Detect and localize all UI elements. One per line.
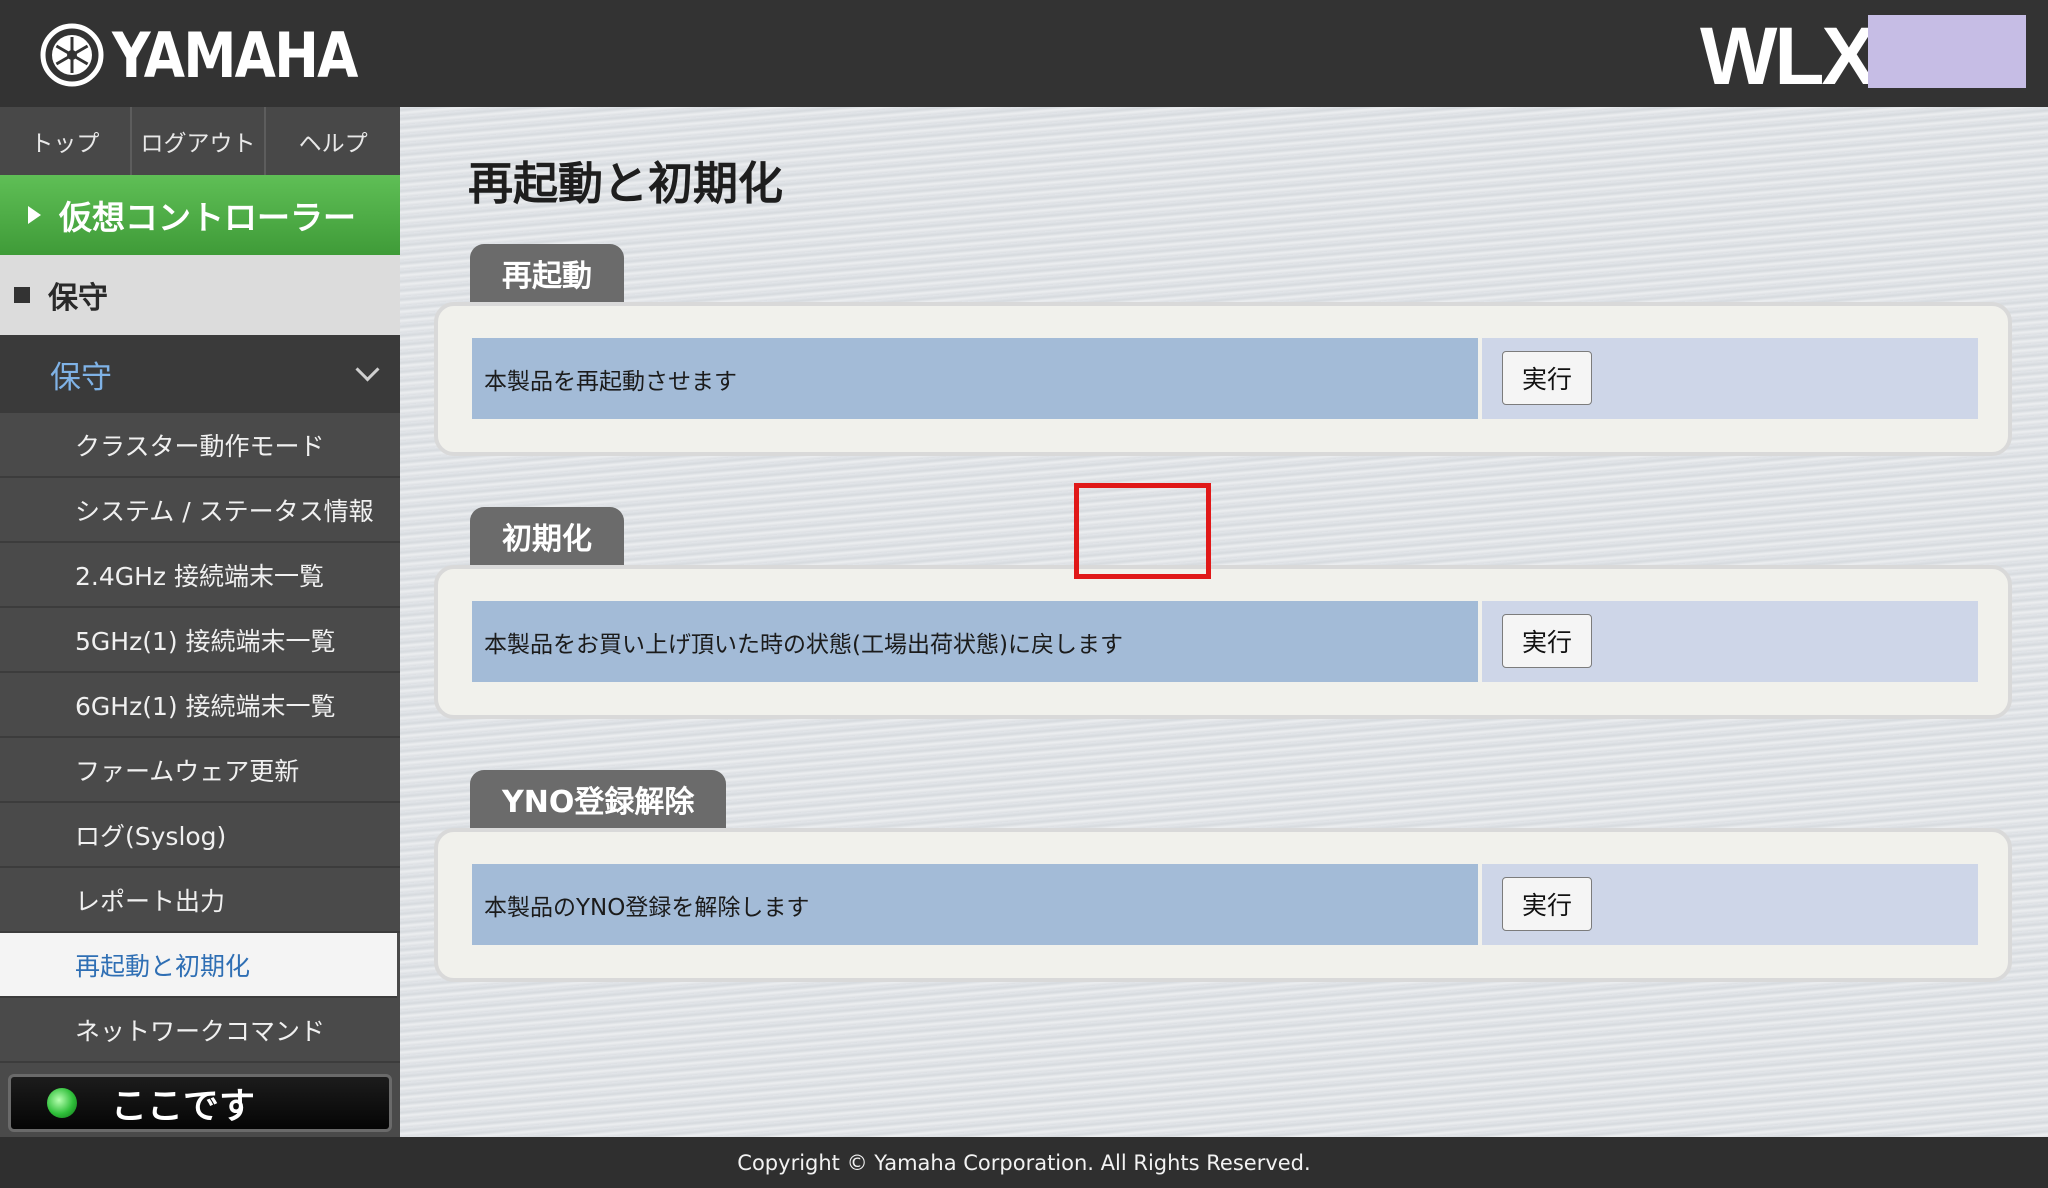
- initialize-execute-button[interactable]: 実行: [1502, 614, 1592, 668]
- virtual-controller-label: 仮想コントローラー: [59, 198, 356, 237]
- here-button-label: ここです: [111, 1086, 256, 1127]
- section-heading-maintenance: 保守: [0, 255, 400, 335]
- yno-unregister-execute-button[interactable]: 実行: [1502, 877, 1592, 931]
- section-tab-yno-unregister: YNO登録解除: [470, 770, 727, 828]
- menu-list: クラスター動作モード システム / ステータス情報 2.4GHz 接続端末一覧 …: [0, 413, 400, 1063]
- header: YAMAHA WLX: [0, 0, 2048, 107]
- menu-item-network-command[interactable]: ネットワークコマンド: [0, 998, 400, 1063]
- restart-action-cell: 実行: [1482, 338, 1978, 419]
- section-tab-restart: 再起動: [470, 244, 624, 302]
- menu-item-24ghz-clients[interactable]: 2.4GHz 接続端末一覧: [0, 543, 400, 608]
- menu-item-report-output[interactable]: レポート出力: [0, 868, 400, 933]
- section-tab-initialize: 初期化: [470, 507, 624, 565]
- footer: Copyright © Yamaha Corporation. All Righ…: [0, 1137, 2048, 1188]
- menu-item-cluster-mode[interactable]: クラスター動作モード: [0, 413, 400, 478]
- copyright-text: Copyright © Yamaha Corporation. All Righ…: [737, 1150, 1311, 1175]
- section-box-yno-unregister: 本製品のYNO登録を解除します 実行: [434, 828, 2012, 982]
- section-heading-label: 保守: [48, 281, 108, 316]
- nav-top-link[interactable]: トップ: [0, 107, 132, 175]
- initialize-description: 本製品をお買い上げ頂いた時の状態(工場出荷状態)に戻します: [472, 601, 1478, 682]
- page-title: 再起動と初期化: [468, 157, 784, 210]
- yno-unregister-description: 本製品のYNO登録を解除します: [472, 864, 1478, 945]
- yamaha-logo[interactable]: YAMAHA: [40, 18, 397, 92]
- redacted-model-number: [1868, 15, 2026, 88]
- submenu-toggle-maintenance[interactable]: 保守: [0, 335, 400, 413]
- brand-name: YAMAHA: [112, 18, 358, 92]
- initialize-action-cell: 実行: [1482, 601, 1978, 682]
- restart-execute-button[interactable]: 実行: [1502, 351, 1592, 405]
- here-button[interactable]: ここです: [8, 1074, 392, 1132]
- main-content: 再起動と初期化 再起動 本製品を再起動させます 実行 初期化 本製品をお買い上げ…: [400, 107, 2048, 1137]
- top-nav: トップ ログアウト ヘルプ: [0, 107, 400, 175]
- highlight-box: [1074, 483, 1211, 579]
- led-indicator-icon: [47, 1088, 77, 1118]
- submenu-label: 保守: [50, 359, 112, 396]
- section-box-initialize: 本製品をお買い上げ頂いた時の状態(工場出荷状態)に戻します 実行: [434, 565, 2012, 719]
- nav-help-link[interactable]: ヘルプ: [266, 107, 400, 175]
- menu-item-restart-init[interactable]: 再起動と初期化: [0, 933, 397, 998]
- menu-item-firmware-update[interactable]: ファームウェア更新: [0, 738, 400, 803]
- restart-description: 本製品を再起動させます: [472, 338, 1478, 419]
- model-name: WLX: [1700, 11, 1876, 102]
- yno-unregister-action-cell: 実行: [1482, 864, 1978, 945]
- menu-item-5ghz-clients[interactable]: 5GHz(1) 接続端末一覧: [0, 608, 400, 673]
- triangle-right-icon: [28, 206, 41, 224]
- menu-item-syslog[interactable]: ログ(Syslog): [0, 803, 400, 868]
- section-box-restart: 本製品を再起動させます 実行: [434, 302, 2012, 456]
- menu-item-system-status[interactable]: システム / ステータス情報: [0, 478, 400, 543]
- virtual-controller-button[interactable]: 仮想コントローラー: [0, 175, 400, 255]
- yamaha-emblem-icon: [40, 23, 104, 87]
- menu-item-6ghz-clients[interactable]: 6GHz(1) 接続端末一覧: [0, 673, 400, 738]
- nav-logout-link[interactable]: ログアウト: [132, 107, 267, 175]
- sidebar: トップ ログアウト ヘルプ 仮想コントローラー 保守 保守 クラスター動作モード…: [0, 107, 400, 1137]
- square-bullet-icon: [14, 287, 30, 303]
- chevron-down-icon: [355, 357, 380, 382]
